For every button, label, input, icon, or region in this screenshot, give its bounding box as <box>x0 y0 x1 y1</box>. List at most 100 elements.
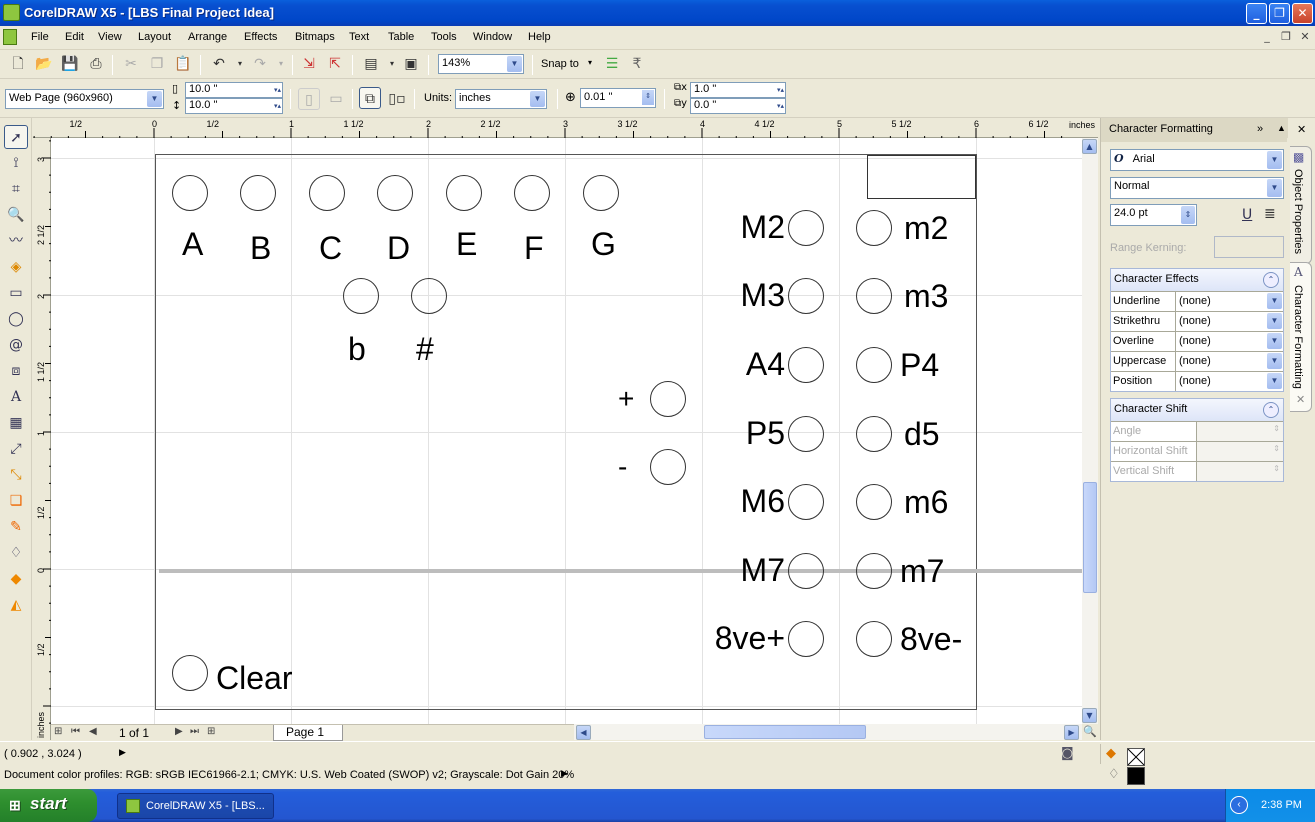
rectangle-tool-icon[interactable]: ▭ <box>4 281 28 305</box>
spinner-icon[interactable]: ⇕ <box>642 90 654 105</box>
redo-icon[interactable]: ↷ <box>249 53 271 75</box>
chevron-down-icon[interactable]: ▼ <box>1267 151 1282 169</box>
octave-button-0[interactable] <box>650 381 686 417</box>
close-tab-icon[interactable]: ✕ <box>1296 393 1305 406</box>
next-page-icon[interactable]: ▶ <box>175 726 183 737</box>
page-tab[interactable]: Page 1 <box>273 725 343 741</box>
interval-button-right-5[interactable] <box>856 553 892 589</box>
add-page-before-icon[interactable]: ⊞ <box>54 726 62 737</box>
chevron-down-icon[interactable]: ▼ <box>1267 313 1282 329</box>
character-spacing-icon[interactable]: ≣ <box>1264 206 1276 222</box>
note-button-0[interactable] <box>172 175 208 211</box>
save-icon[interactable]: 💾 <box>59 53 81 75</box>
expand-status-icon[interactable]: ▶ <box>119 748 126 758</box>
chevron-down-icon[interactable]: ▼ <box>1267 179 1282 197</box>
horizontal-ruler[interactable]: 1/2 0 1/2 1 1 1/2 2 2 1/2 3 3 1/2 4 4 1/2 5 5 1/2 6 6 … <box>33 118 1098 138</box>
fill-icon[interactable]: ◆ <box>1106 746 1116 761</box>
ellipse-tool-icon[interactable]: ◯ <box>4 307 28 331</box>
section-header[interactable]: Character Shift ⌃ <box>1111 399 1283 421</box>
options-icon[interactable]: ☰ <box>601 53 623 75</box>
close-button[interactable]: ✕ <box>1292 3 1313 24</box>
spinner-icon[interactable]: ▾▴ <box>261 84 281 99</box>
print-icon[interactable]: ⎙ <box>85 53 107 75</box>
font-style-combo[interactable]: Normal ▼ <box>1110 177 1284 199</box>
undo-dropdown-icon[interactable]: ▾ <box>229 53 251 75</box>
eyedropper-tool-icon[interactable]: ✎ <box>4 515 28 539</box>
chevron-down-icon[interactable]: ▼ <box>507 56 522 72</box>
interval-button-left-6[interactable] <box>788 621 824 657</box>
crop-tool-icon[interactable]: ⌗ <box>4 177 28 201</box>
outline-color-swatch[interactable] <box>1127 767 1145 785</box>
collapse-icon[interactable]: ▲ <box>1277 123 1286 133</box>
nudge-distance-field[interactable]: 0.01 " ⇕ <box>580 88 656 108</box>
accidental-button-0[interactable] <box>343 278 379 314</box>
redo-dropdown-icon[interactable]: ▾ <box>270 53 292 75</box>
chevron-down-icon[interactable]: ▼ <box>1267 333 1282 349</box>
units-combo[interactable]: inches ▼ <box>455 89 547 109</box>
spinner-icon[interactable]: ▾▴ <box>261 100 281 115</box>
blend-tool-icon[interactable]: ❏ <box>4 489 28 513</box>
interval-button-left-0[interactable] <box>788 210 824 246</box>
note-button-6[interactable] <box>583 175 619 211</box>
scroll-left-button[interactable]: ◀ <box>576 725 591 740</box>
interval-button-right-6[interactable] <box>856 621 892 657</box>
new-icon[interactable]: 🗋 <box>7 53 29 75</box>
menu-bitmaps[interactable]: Bitmaps <box>295 31 335 43</box>
fill-none-swatch[interactable] <box>1127 748 1145 766</box>
vertical-scrollbar[interactable]: ▲ ▼ <box>1082 138 1098 724</box>
close-docker-icon[interactable]: ✕ <box>1297 123 1306 136</box>
last-page-icon[interactable]: ⏭ <box>190 726 199 737</box>
portrait-icon[interactable]: ▯ <box>298 88 320 110</box>
menu-edit[interactable]: Edit <box>65 31 84 43</box>
menu-view[interactable]: View <box>98 31 122 43</box>
chevron-down-icon[interactable]: ▼ <box>1267 373 1282 389</box>
accidental-button-1[interactable] <box>411 278 447 314</box>
menu-tools[interactable]: Tools <box>431 31 457 43</box>
shape-tool-icon[interactable]: ⟟ <box>4 151 28 175</box>
import-icon[interactable]: ⇲ <box>298 53 320 75</box>
font-size-field[interactable]: 24.0 pt ⇕ <box>1110 204 1197 226</box>
open-icon[interactable]: 📂 <box>33 53 55 75</box>
effect-dropdown[interactable]: (none) ▼ <box>1176 352 1283 371</box>
duplicate-y-field[interactable]: 0.0 " ▾▴ <box>690 98 786 114</box>
expand-icon[interactable]: » <box>1257 123 1263 135</box>
menu-text[interactable]: Text <box>349 31 369 43</box>
previous-page-icon[interactable]: ◀ <box>89 726 97 737</box>
tab-object-properties[interactable]: ▩ Object Properties <box>1290 146 1312 264</box>
menu-file[interactable]: File <box>31 31 49 43</box>
snap-to-dropdown-icon[interactable]: ▾ <box>588 58 592 67</box>
duplicate-x-field[interactable]: 1.0 " ▾▴ <box>690 82 786 98</box>
spinner-icon[interactable]: ⇕ <box>1181 206 1195 224</box>
note-button-1[interactable] <box>240 175 276 211</box>
interval-button-right-1[interactable] <box>856 278 892 314</box>
connector-tool-icon[interactable]: ⤡ <box>4 463 28 487</box>
menu-table[interactable]: Table <box>388 31 414 43</box>
spiral-tool-icon[interactable]: @ <box>4 333 28 357</box>
landscape-icon[interactable]: ▭ <box>325 88 347 110</box>
collapse-section-icon[interactable]: ⌃ <box>1263 402 1279 418</box>
interval-button-left-5[interactable] <box>788 553 824 589</box>
interval-button-left-2[interactable] <box>788 347 824 383</box>
spinner-icon[interactable]: ▾▴ <box>764 84 784 99</box>
doc-close-button[interactable]: ✕ <box>1297 30 1313 44</box>
text-tool-icon[interactable]: A <box>4 385 28 409</box>
outline-pen-tool-icon[interactable]: ♢ <box>4 541 28 565</box>
chevron-down-icon[interactable]: ▼ <box>1267 353 1282 369</box>
collapse-section-icon[interactable]: ⌃ <box>1263 272 1279 288</box>
menu-help[interactable]: Help <box>528 31 551 43</box>
page-width-field[interactable]: 10.0 " ▾▴ <box>185 82 283 98</box>
cut-icon[interactable]: ✂ <box>120 53 142 75</box>
note-button-5[interactable] <box>514 175 550 211</box>
menu-layout[interactable]: Layout <box>138 31 171 43</box>
chevron-down-icon[interactable]: ▼ <box>1267 293 1282 309</box>
zoom-level-combo[interactable]: 143% ▼ <box>438 54 524 74</box>
scroll-right-button[interactable]: ▶ <box>1064 725 1079 740</box>
interval-button-left-3[interactable] <box>788 416 824 452</box>
scroll-up-button[interactable]: ▲ <box>1082 139 1097 154</box>
font-list-combo[interactable]: O Arial ▼ <box>1110 149 1284 171</box>
align-guides-icon[interactable]: ₹ <box>626 53 648 75</box>
export-icon[interactable]: ⇱ <box>324 53 346 75</box>
minimize-button[interactable]: _ <box>1246 3 1267 24</box>
pick-tool-icon[interactable]: ➚ <box>4 125 28 149</box>
table-tool-icon[interactable]: ▦ <box>4 411 28 435</box>
